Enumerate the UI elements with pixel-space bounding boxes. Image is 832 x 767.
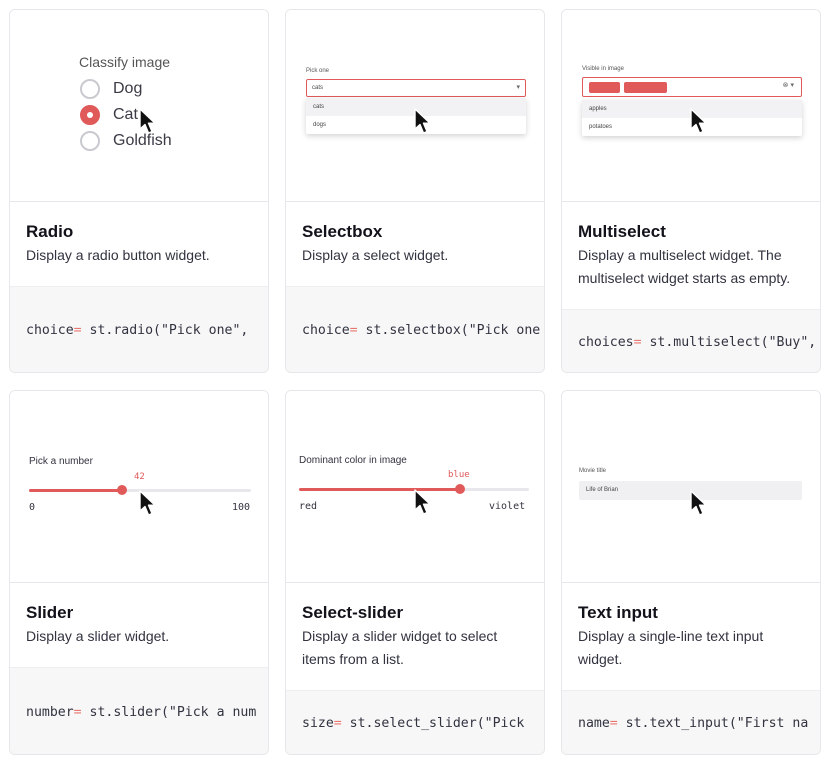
select-slider-value: blue: [448, 470, 470, 480]
mouse-cursor-icon: [690, 108, 707, 134]
widget-card-radio[interactable]: Classify image Dog Cat Goldfish Radio Di…: [9, 9, 269, 373]
radio-option-label: Cat: [113, 106, 138, 123]
code-snippet: number = st.slider("Pick a num: [10, 667, 268, 754]
code-call: st.select_slider("Pick: [341, 716, 525, 731]
selectbox-preview: Pick one cats ▾ cats dogs: [286, 10, 544, 202]
clear-and-chevron-icon: ⊗ ▾: [782, 82, 794, 89]
slider-value: 42: [134, 472, 145, 482]
card-title: Slider: [26, 603, 74, 622]
code-variable: number: [26, 704, 74, 720]
radio-preview: Classify image Dog Cat Goldfish: [10, 10, 268, 202]
multiselect-label: Visible in image: [582, 66, 624, 72]
card-title: Select-slider: [302, 603, 404, 622]
mouse-cursor-icon: [139, 490, 156, 516]
widget-card-select-slider[interactable]: Dominant color in image blue red violet …: [285, 390, 545, 755]
code-snippet: choice = st.selectbox("Pick one: [286, 286, 544, 372]
code-call: st.radio("Pick one",: [81, 323, 257, 338]
code-operator: =: [609, 716, 618, 731]
code-snippet: choice = st.radio("Pick one",: [10, 286, 268, 372]
code-snippet: size = st.select_slider("Pick: [286, 690, 544, 754]
radio-unchecked-icon: [80, 131, 100, 151]
selectbox-field: cats ▾: [306, 79, 526, 97]
code-variable: choice: [302, 323, 350, 338]
code-call: st.text_input("First na: [617, 716, 809, 731]
radio-option-cat: Cat: [80, 105, 138, 125]
mouse-cursor-icon: [414, 489, 431, 515]
card-description: Display a slider widget to select items …: [302, 628, 498, 667]
selectbox-label: Pick one: [306, 68, 330, 74]
text-input-label: Movie title: [579, 468, 607, 474]
widget-card-text-input[interactable]: Movie title Life of Brian Text input Dis…: [561, 390, 821, 755]
select-slider-min: red: [299, 501, 318, 512]
code-operator: =: [633, 334, 642, 350]
widget-card-multiselect[interactable]: Visible in image ⊗ ▾ apples potatoes Mul…: [561, 9, 821, 373]
card-title: Radio: [26, 222, 74, 241]
code-snippet: choices = st.multiselect("Buy",: [562, 309, 820, 372]
slider-max: 100: [232, 502, 251, 513]
multiselect-preview: Visible in image ⊗ ▾ apples potatoes: [562, 10, 820, 202]
code-variable: name: [578, 716, 610, 731]
card-description: Display a slider widget.: [26, 628, 170, 644]
radio-option-dog: Dog: [80, 79, 142, 99]
select-slider-preview: Dominant color in image blue red violet: [286, 391, 544, 583]
select-slider-fill: [299, 488, 460, 491]
code-operator: =: [333, 716, 342, 731]
widget-card-selectbox[interactable]: Pick one cats ▾ cats dogs Selectbox Disp…: [285, 9, 545, 373]
code-call: st.selectbox("Pick one: [357, 323, 541, 338]
mouse-cursor-icon: [690, 490, 707, 516]
code-variable: size: [302, 716, 334, 731]
selected-tag: [589, 82, 620, 93]
mouse-cursor-icon: [414, 108, 431, 134]
code-variable: choice: [26, 323, 74, 338]
card-description: Display a single-line text input widget.: [578, 628, 764, 667]
card-title: Text input: [578, 603, 658, 622]
code-operator: =: [73, 704, 82, 720]
multiselect-field: ⊗ ▾: [582, 77, 802, 97]
radio-group-label: Classify image: [79, 54, 171, 70]
slider-min: 0: [29, 502, 36, 513]
widget-card-slider[interactable]: Pick a number 42 0 100 Slider Display a …: [9, 390, 269, 755]
card-description: Display a multiselect widget. The multis…: [578, 247, 791, 286]
card-description: Display a radio button widget.: [26, 247, 210, 263]
code-operator: =: [349, 323, 358, 338]
slider-label: Pick a number: [29, 456, 93, 467]
radio-unchecked-icon: [80, 79, 100, 99]
slider-fill: [29, 489, 123, 492]
card-description: Display a select widget.: [302, 247, 449, 263]
card-title: Selectbox: [302, 222, 383, 241]
mouse-cursor-icon: [139, 108, 156, 134]
select-slider-max: violet: [489, 501, 526, 512]
selected-tag: [624, 82, 667, 93]
radio-checked-icon: [80, 105, 100, 125]
code-call: st.slider("Pick a num: [81, 704, 257, 720]
code-variable: choices: [578, 334, 634, 350]
select-slider-label: Dominant color in image: [299, 455, 407, 466]
slider-thumb: [117, 485, 128, 495]
card-title: Multiselect: [578, 222, 666, 241]
select-slider-thumb: [455, 484, 465, 494]
chevron-down-icon: ▾: [516, 84, 520, 91]
code-operator: =: [73, 323, 82, 338]
code-snippet: name = st.text_input("First na: [562, 690, 820, 754]
selectbox-value: cats: [312, 85, 324, 91]
text-input-preview: Movie title Life of Brian: [562, 391, 820, 583]
code-call: st.multiselect("Buy",: [641, 334, 817, 350]
slider-preview: Pick a number 42 0 100: [10, 391, 268, 583]
radio-option-label: Dog: [113, 80, 143, 97]
